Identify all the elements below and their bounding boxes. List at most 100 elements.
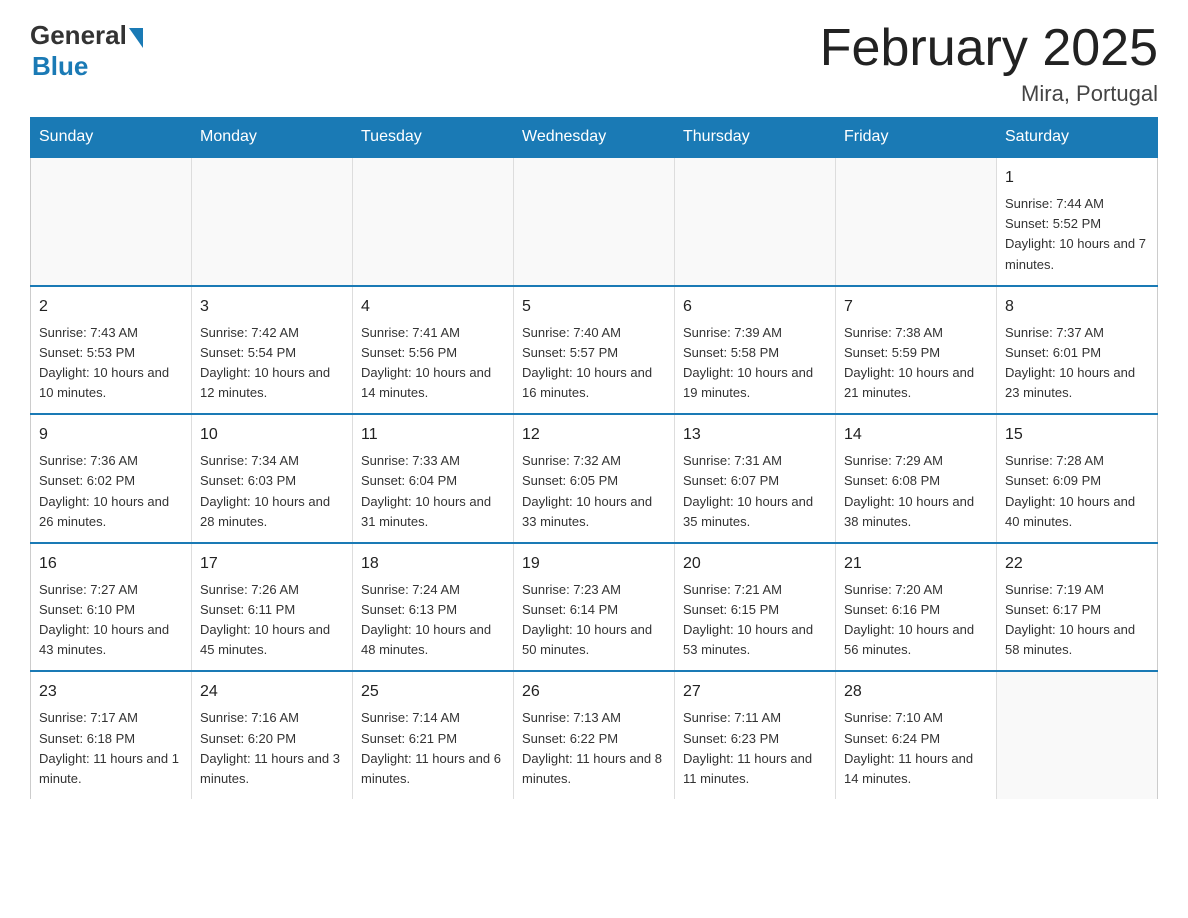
day-number: 27 bbox=[683, 680, 827, 704]
calendar-week-4: 16 Sunrise: 7:27 AM Sunset: 6:10 PM Dayli… bbox=[31, 543, 1158, 672]
table-row: 18 Sunrise: 7:24 AM Sunset: 6:13 PM Dayli… bbox=[353, 543, 514, 672]
day-number: 7 bbox=[844, 295, 988, 319]
weekday-header-thursday: Thursday bbox=[675, 118, 836, 158]
day-info: Sunrise: 7:37 AM Sunset: 6:01 PM Dayligh… bbox=[1005, 323, 1149, 404]
weekday-header-row: SundayMondayTuesdayWednesdayThursdayFrid… bbox=[31, 118, 1158, 158]
table-row: 12 Sunrise: 7:32 AM Sunset: 6:05 PM Dayli… bbox=[514, 414, 675, 543]
table-row bbox=[997, 671, 1158, 799]
table-row: 24 Sunrise: 7:16 AM Sunset: 6:20 PM Dayli… bbox=[192, 671, 353, 799]
day-number: 25 bbox=[361, 680, 505, 704]
calendar-title: February 2025 bbox=[820, 20, 1158, 77]
table-row bbox=[353, 157, 514, 286]
day-number: 4 bbox=[361, 295, 505, 319]
day-info: Sunrise: 7:20 AM Sunset: 6:16 PM Dayligh… bbox=[844, 580, 988, 661]
table-row: 20 Sunrise: 7:21 AM Sunset: 6:15 PM Dayli… bbox=[675, 543, 836, 672]
table-row: 22Sunrise: 7:19 AM Sunset: 6:17 PM Dayli… bbox=[997, 543, 1158, 672]
day-info: Sunrise: 7:31 AM Sunset: 6:07 PM Dayligh… bbox=[683, 451, 827, 532]
day-number: 10 bbox=[200, 423, 344, 447]
table-row: 14 Sunrise: 7:29 AM Sunset: 6:08 PM Dayli… bbox=[836, 414, 997, 543]
calendar-week-2: 2 Sunrise: 7:43 AM Sunset: 5:53 PM Daylig… bbox=[31, 286, 1158, 415]
day-number: 2 bbox=[39, 295, 183, 319]
day-number: 24 bbox=[200, 680, 344, 704]
calendar-header: SundayMondayTuesdayWednesdayThursdayFrid… bbox=[31, 118, 1158, 158]
table-row bbox=[836, 157, 997, 286]
weekday-header-tuesday: Tuesday bbox=[353, 118, 514, 158]
table-row: 4 Sunrise: 7:41 AM Sunset: 5:56 PM Daylig… bbox=[353, 286, 514, 415]
day-info: Sunrise: 7:27 AM Sunset: 6:10 PM Dayligh… bbox=[39, 580, 183, 661]
day-number: 21 bbox=[844, 552, 988, 576]
table-row: 19 Sunrise: 7:23 AM Sunset: 6:14 PM Dayli… bbox=[514, 543, 675, 672]
table-row bbox=[31, 157, 192, 286]
day-number: 14 bbox=[844, 423, 988, 447]
day-number: 5 bbox=[522, 295, 666, 319]
day-number: 22 bbox=[1005, 552, 1149, 576]
day-number: 3 bbox=[200, 295, 344, 319]
day-number: 15 bbox=[1005, 423, 1149, 447]
day-info: Sunrise: 7:23 AM Sunset: 6:14 PM Dayligh… bbox=[522, 580, 666, 661]
calendar-week-3: 9Sunrise: 7:36 AM Sunset: 6:02 PM Daylig… bbox=[31, 414, 1158, 543]
day-number: 12 bbox=[522, 423, 666, 447]
day-info: Sunrise: 7:41 AM Sunset: 5:56 PM Dayligh… bbox=[361, 323, 505, 404]
table-row: 11Sunrise: 7:33 AM Sunset: 6:04 PM Dayli… bbox=[353, 414, 514, 543]
table-row: 1 Sunrise: 7:44 AM Sunset: 5:52 PM Daylig… bbox=[997, 157, 1158, 286]
title-section: February 2025 Mira, Portugal bbox=[820, 20, 1158, 107]
table-row: 27 Sunrise: 7:11 AM Sunset: 6:23 PM Dayli… bbox=[675, 671, 836, 799]
page-header: General Blue February 2025 Mira, Portuga… bbox=[30, 20, 1158, 107]
table-row: 23 Sunrise: 7:17 AM Sunset: 6:18 PM Dayli… bbox=[31, 671, 192, 799]
table-row: 2 Sunrise: 7:43 AM Sunset: 5:53 PM Daylig… bbox=[31, 286, 192, 415]
weekday-header-wednesday: Wednesday bbox=[514, 118, 675, 158]
table-row: 8 Sunrise: 7:37 AM Sunset: 6:01 PM Daylig… bbox=[997, 286, 1158, 415]
table-row: 5 Sunrise: 7:40 AM Sunset: 5:57 PM Daylig… bbox=[514, 286, 675, 415]
day-info: Sunrise: 7:11 AM Sunset: 6:23 PM Dayligh… bbox=[683, 708, 827, 789]
day-info: Sunrise: 7:36 AM Sunset: 6:02 PM Dayligh… bbox=[39, 451, 183, 532]
day-info: Sunrise: 7:40 AM Sunset: 5:57 PM Dayligh… bbox=[522, 323, 666, 404]
table-row: 21 Sunrise: 7:20 AM Sunset: 6:16 PM Dayli… bbox=[836, 543, 997, 672]
day-info: Sunrise: 7:42 AM Sunset: 5:54 PM Dayligh… bbox=[200, 323, 344, 404]
day-info: Sunrise: 7:16 AM Sunset: 6:20 PM Dayligh… bbox=[200, 708, 344, 789]
day-info: Sunrise: 7:32 AM Sunset: 6:05 PM Dayligh… bbox=[522, 451, 666, 532]
day-number: 18 bbox=[361, 552, 505, 576]
table-row: 16 Sunrise: 7:27 AM Sunset: 6:10 PM Dayli… bbox=[31, 543, 192, 672]
day-info: Sunrise: 7:44 AM Sunset: 5:52 PM Dayligh… bbox=[1005, 194, 1149, 275]
day-info: Sunrise: 7:26 AM Sunset: 6:11 PM Dayligh… bbox=[200, 580, 344, 661]
day-number: 19 bbox=[522, 552, 666, 576]
day-number: 26 bbox=[522, 680, 666, 704]
table-row: 28Sunrise: 7:10 AM Sunset: 6:24 PM Dayli… bbox=[836, 671, 997, 799]
day-info: Sunrise: 7:14 AM Sunset: 6:21 PM Dayligh… bbox=[361, 708, 505, 789]
day-number: 13 bbox=[683, 423, 827, 447]
day-info: Sunrise: 7:21 AM Sunset: 6:15 PM Dayligh… bbox=[683, 580, 827, 661]
day-info: Sunrise: 7:43 AM Sunset: 5:53 PM Dayligh… bbox=[39, 323, 183, 404]
logo-general-text: General bbox=[30, 20, 127, 51]
table-row bbox=[675, 157, 836, 286]
day-number: 6 bbox=[683, 295, 827, 319]
day-info: Sunrise: 7:24 AM Sunset: 6:13 PM Dayligh… bbox=[361, 580, 505, 661]
table-row: 6 Sunrise: 7:39 AM Sunset: 5:58 PM Daylig… bbox=[675, 286, 836, 415]
table-row: 9Sunrise: 7:36 AM Sunset: 6:02 PM Daylig… bbox=[31, 414, 192, 543]
day-number: 11 bbox=[361, 423, 505, 447]
day-info: Sunrise: 7:39 AM Sunset: 5:58 PM Dayligh… bbox=[683, 323, 827, 404]
day-number: 23 bbox=[39, 680, 183, 704]
weekday-header-saturday: Saturday bbox=[997, 118, 1158, 158]
day-number: 17 bbox=[200, 552, 344, 576]
table-row: 26Sunrise: 7:13 AM Sunset: 6:22 PM Dayli… bbox=[514, 671, 675, 799]
table-row: 13 Sunrise: 7:31 AM Sunset: 6:07 PM Dayli… bbox=[675, 414, 836, 543]
day-info: Sunrise: 7:38 AM Sunset: 5:59 PM Dayligh… bbox=[844, 323, 988, 404]
day-info: Sunrise: 7:17 AM Sunset: 6:18 PM Dayligh… bbox=[39, 708, 183, 789]
calendar-location: Mira, Portugal bbox=[820, 81, 1158, 107]
table-row: 17 Sunrise: 7:26 AM Sunset: 6:11 PM Dayli… bbox=[192, 543, 353, 672]
day-info: Sunrise: 7:28 AM Sunset: 6:09 PM Dayligh… bbox=[1005, 451, 1149, 532]
table-row: 25 Sunrise: 7:14 AM Sunset: 6:21 PM Dayli… bbox=[353, 671, 514, 799]
table-row: 7 Sunrise: 7:38 AM Sunset: 5:59 PM Daylig… bbox=[836, 286, 997, 415]
day-info: Sunrise: 7:10 AM Sunset: 6:24 PM Dayligh… bbox=[844, 708, 988, 789]
day-number: 8 bbox=[1005, 295, 1149, 319]
day-number: 1 bbox=[1005, 166, 1149, 190]
day-number: 20 bbox=[683, 552, 827, 576]
logo-triangle-icon bbox=[129, 28, 143, 48]
calendar-week-5: 23 Sunrise: 7:17 AM Sunset: 6:18 PM Dayli… bbox=[31, 671, 1158, 799]
day-info: Sunrise: 7:29 AM Sunset: 6:08 PM Dayligh… bbox=[844, 451, 988, 532]
day-number: 16 bbox=[39, 552, 183, 576]
weekday-header-friday: Friday bbox=[836, 118, 997, 158]
calendar-week-1: 1 Sunrise: 7:44 AM Sunset: 5:52 PM Daylig… bbox=[31, 157, 1158, 286]
day-info: Sunrise: 7:34 AM Sunset: 6:03 PM Dayligh… bbox=[200, 451, 344, 532]
calendar-table: SundayMondayTuesdayWednesdayThursdayFrid… bbox=[30, 117, 1158, 799]
